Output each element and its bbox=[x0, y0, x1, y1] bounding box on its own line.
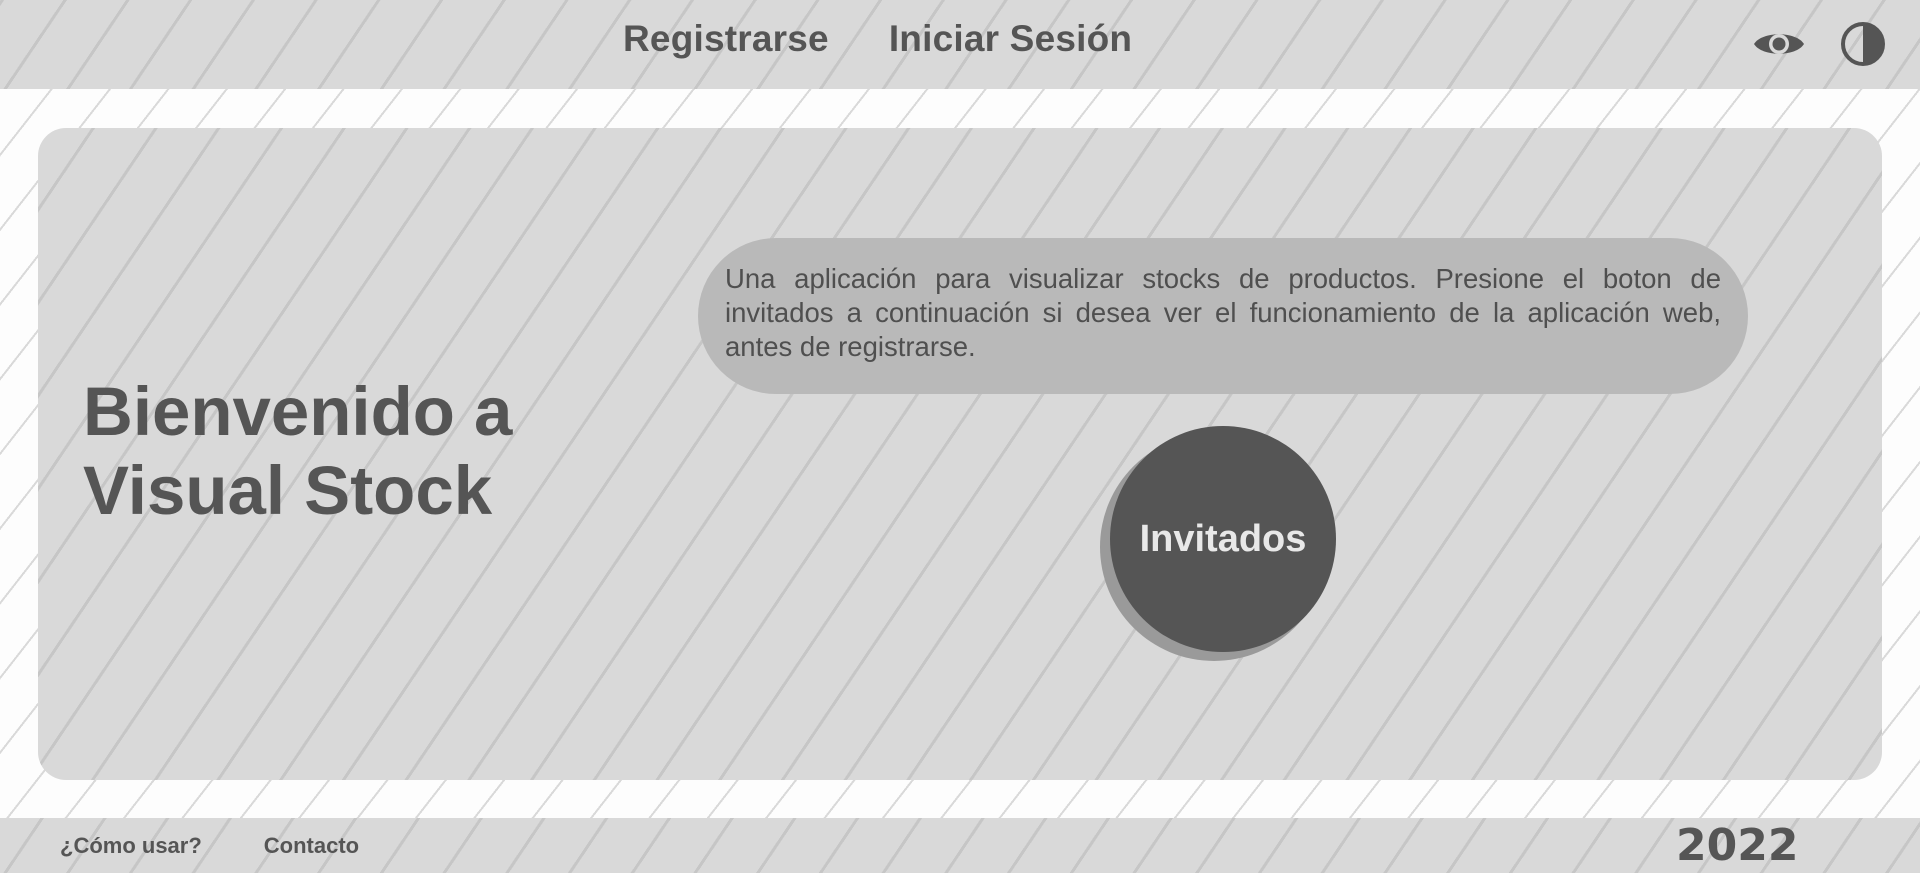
contrast-icon[interactable] bbox=[1834, 20, 1892, 68]
footer-year: 2022 bbox=[1676, 820, 1799, 871]
top-nav: Registrarse Iniciar Sesión bbox=[623, 18, 1132, 60]
welcome-line-1: Bienvenido a bbox=[83, 373, 513, 450]
how-to-use-link[interactable]: ¿Cómo usar? bbox=[60, 833, 202, 859]
eye-icon[interactable] bbox=[1750, 20, 1808, 68]
description-text: Una aplicación para visualizar stocks de… bbox=[725, 263, 1721, 362]
description-box: Una aplicación para visualizar stocks de… bbox=[698, 238, 1748, 394]
page-footer: ¿Cómo usar? Contacto 2022 bbox=[0, 818, 1920, 873]
guest-button[interactable]: Invitados bbox=[1110, 426, 1336, 652]
welcome-panel: Bienvenido a Visual Stock Una aplicación… bbox=[38, 128, 1882, 780]
contact-link[interactable]: Contacto bbox=[264, 833, 359, 859]
footer-links: ¿Cómo usar? Contacto bbox=[60, 833, 359, 859]
accessibility-controls bbox=[1750, 20, 1892, 68]
register-link[interactable]: Registrarse bbox=[623, 18, 829, 60]
login-link[interactable]: Iniciar Sesión bbox=[889, 18, 1132, 60]
top-header: Registrarse Iniciar Sesión bbox=[0, 0, 1920, 89]
guest-button-label: Invitados bbox=[1139, 517, 1307, 560]
welcome-line-2: Visual Stock bbox=[83, 452, 493, 529]
welcome-heading: Bienvenido a Visual Stock bbox=[83, 372, 643, 530]
